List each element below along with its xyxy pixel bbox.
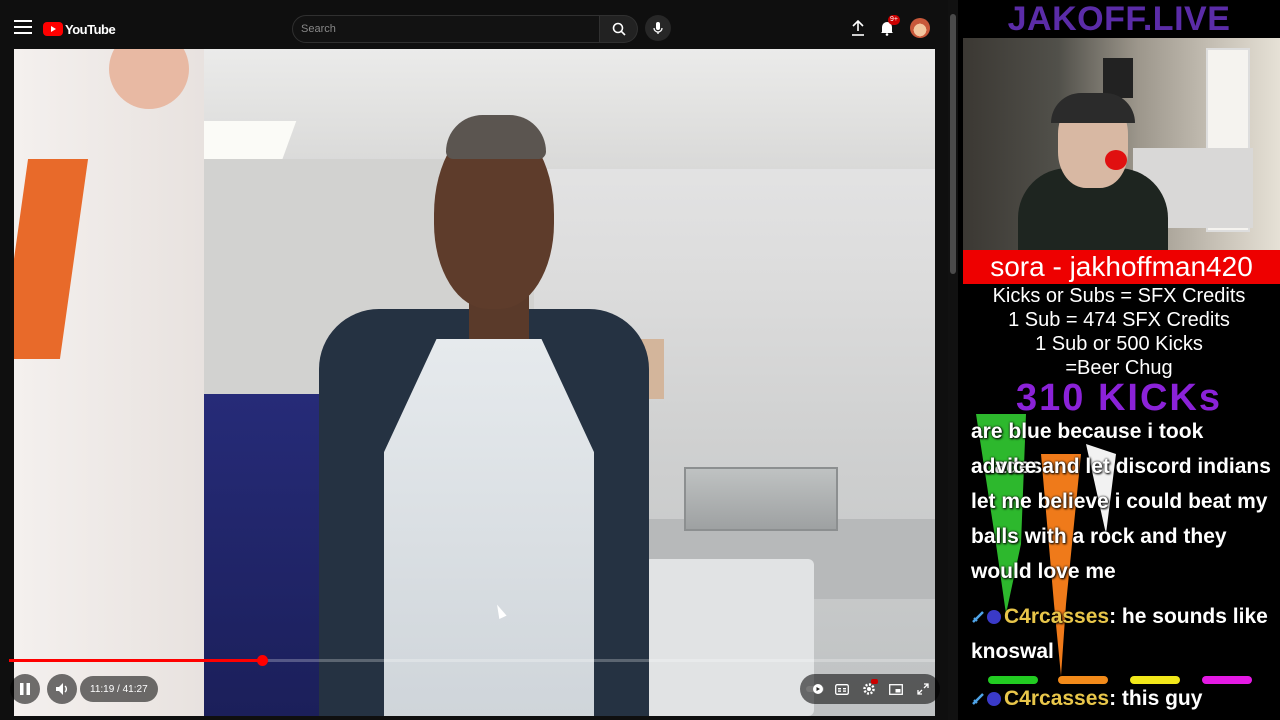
info-line-3: 1 Sub or 500 Kicks bbox=[1035, 333, 1203, 355]
microphone-icon bbox=[653, 22, 663, 34]
search-bar bbox=[292, 15, 638, 43]
channel-title: JAKOFF.LIVE bbox=[1007, 0, 1231, 38]
notification-count-badge: 9+ bbox=[888, 15, 900, 25]
chat-message-1-cont: knoswal bbox=[971, 640, 1054, 663]
youtube-logo-text: YouTube bbox=[65, 21, 116, 37]
captions-button[interactable] bbox=[831, 679, 853, 699]
sword-badge-icon bbox=[972, 611, 984, 624]
chat-message-1: C4rcasses: he sounds like bbox=[971, 599, 1268, 634]
autoplay-icon bbox=[806, 684, 824, 694]
video-scrubber-handle[interactable] bbox=[256, 655, 268, 666]
chat-line-2: advice and let discord indians bbox=[971, 455, 1271, 478]
chat-message-2: C4rcasses: this guy bbox=[971, 681, 1202, 716]
youtube-window: YouTube 9+ bbox=[0, 0, 948, 720]
webcam-poster bbox=[1103, 58, 1133, 98]
pause-icon bbox=[20, 683, 30, 695]
youtube-logo[interactable]: YouTube bbox=[43, 20, 116, 38]
fullscreen-button[interactable] bbox=[912, 679, 934, 699]
video-time-display: 11:19 / 41:27 bbox=[80, 676, 158, 702]
video-frame-left-person bbox=[14, 49, 204, 716]
video-player[interactable] bbox=[14, 49, 935, 716]
video-frame-bin bbox=[644, 559, 814, 716]
chat-text: he sounds like bbox=[1116, 605, 1268, 628]
chat-line-3: let me believe i could beat my bbox=[971, 490, 1268, 513]
hd-badge bbox=[871, 679, 878, 684]
settings-button[interactable] bbox=[858, 679, 880, 699]
sword-badge-icon bbox=[972, 693, 984, 706]
miniplayer-icon bbox=[889, 683, 903, 695]
page-scrollbar[interactable] bbox=[948, 0, 958, 720]
video-progress-fill bbox=[9, 659, 262, 662]
upload-button[interactable] bbox=[848, 18, 868, 38]
youtube-play-icon bbox=[43, 22, 63, 36]
miniplayer-button[interactable] bbox=[885, 679, 907, 699]
chat-line-4: balls with a rock and they bbox=[971, 525, 1227, 548]
pause-button[interactable] bbox=[10, 674, 40, 704]
volume-button[interactable] bbox=[47, 674, 77, 704]
captions-icon bbox=[835, 683, 849, 695]
color-pill-magenta bbox=[1202, 676, 1252, 684]
fullscreen-icon bbox=[917, 683, 929, 695]
clown-nose bbox=[1105, 150, 1127, 170]
kicks-counter: 310 KICKs bbox=[1016, 377, 1222, 419]
chat-overlay: are blue because i took acades advice an… bbox=[966, 414, 1280, 720]
chat-username: C4rcasses bbox=[1004, 687, 1110, 710]
video-frame-tray bbox=[684, 467, 838, 531]
search-icon bbox=[612, 22, 626, 36]
video-frame-left-head bbox=[109, 49, 189, 109]
video-progress-bar[interactable] bbox=[9, 655, 935, 666]
scrollbar-thumb[interactable] bbox=[950, 14, 956, 274]
info-line-1: Kicks or Subs = SFX Credits bbox=[992, 285, 1246, 307]
color-pill-yellow bbox=[1130, 676, 1180, 684]
search-button[interactable] bbox=[600, 15, 638, 43]
gear-icon bbox=[863, 683, 875, 695]
now-playing-banner: sora - jakhoffman420 bbox=[963, 250, 1280, 284]
notifications-button[interactable]: 9+ bbox=[877, 15, 900, 38]
upload-icon bbox=[852, 20, 864, 36]
color-pill-green bbox=[988, 676, 1038, 684]
chat-line-5: would love me bbox=[971, 560, 1116, 583]
chat-text: this guy bbox=[1116, 687, 1203, 710]
video-frame-person-hair bbox=[446, 115, 546, 159]
menu-icon[interactable] bbox=[14, 20, 32, 36]
subscriber-badge-icon bbox=[987, 610, 1001, 625]
video-frame-left-vest bbox=[14, 159, 89, 359]
account-avatar[interactable] bbox=[910, 18, 930, 38]
volume-icon bbox=[56, 683, 67, 695]
player-controls-right bbox=[800, 674, 940, 704]
youtube-topbar: YouTube 9+ bbox=[0, 0, 948, 56]
info-line-2: 1 Sub = 474 SFX Credits bbox=[1008, 309, 1230, 331]
search-input[interactable] bbox=[292, 15, 600, 43]
subscriber-badge-icon bbox=[987, 692, 1001, 707]
autoplay-toggle[interactable] bbox=[804, 679, 826, 699]
chat-username: C4rcasses bbox=[1004, 605, 1110, 628]
color-pill-orange bbox=[1058, 676, 1108, 684]
webcam-feed bbox=[963, 38, 1280, 250]
stream-overlay: JAKOFF.LIVE sora - jakhoffman420 Kicks o… bbox=[958, 0, 1280, 720]
voice-search-button[interactable] bbox=[645, 15, 671, 41]
